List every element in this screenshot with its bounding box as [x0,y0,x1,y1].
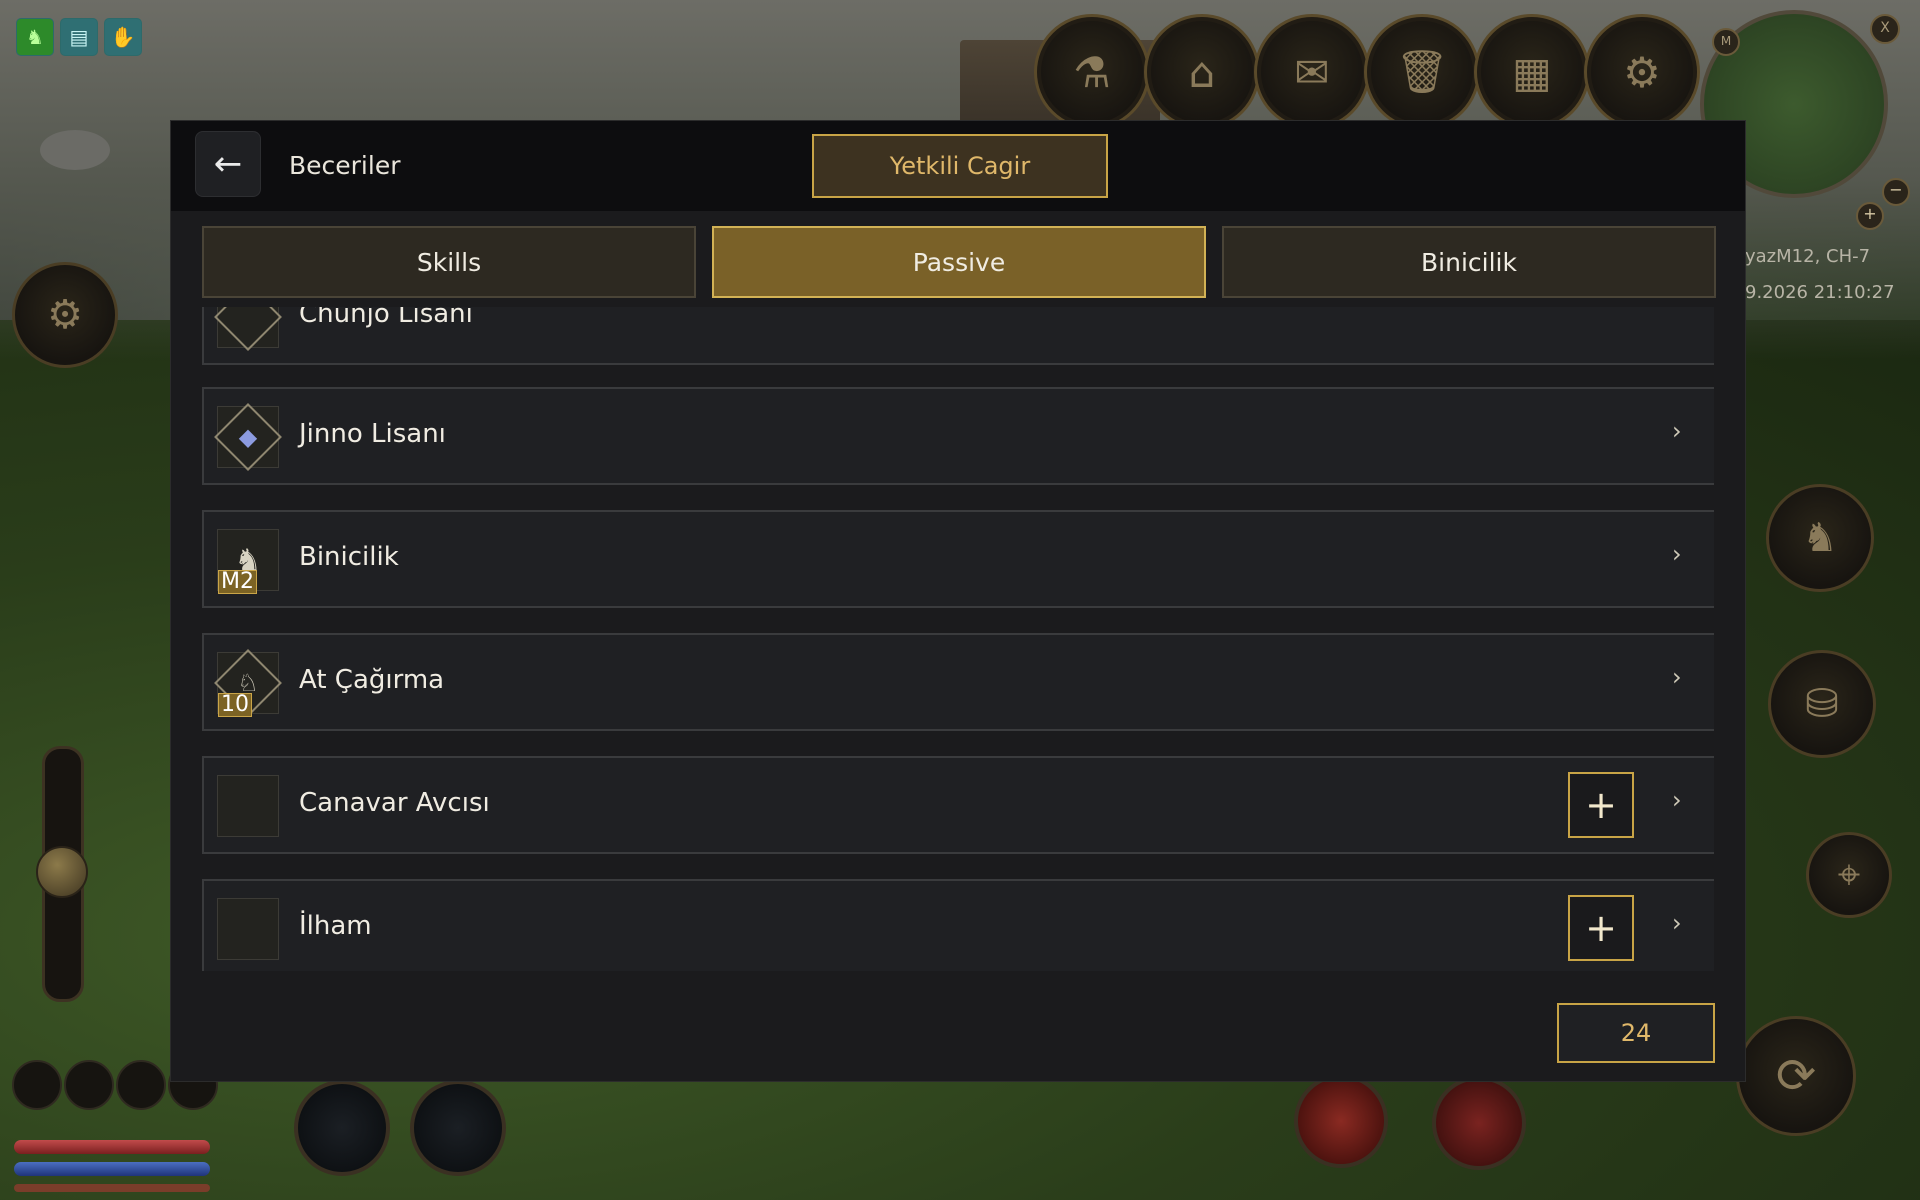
xp-bar [14,1184,210,1192]
shop-icon[interactable]: ⌂ [1144,14,1260,130]
list-item[interactable]: ♘ 10 At Çağırma › [202,633,1714,731]
tree-skill-icon[interactable] [1432,1076,1526,1170]
settings-gear-icon[interactable]: ⚙ [1584,14,1700,130]
target-icon[interactable]: ⌖ [1806,832,1892,918]
list-item[interactable]: Canavar Avcısı + › [202,756,1714,854]
skill-slot[interactable] [294,1080,390,1176]
tab-bar: Skills Passive Binicilik [171,211,1745,307]
window-header: ← Beceriler Yetkili Cagir [171,121,1745,211]
camera-zoom-knob[interactable] [36,846,88,898]
skill-name: Canavar Avcısı [299,788,490,818]
skill-points-counter: 24 [1557,1003,1715,1063]
chat-icon[interactable]: ✉ [1254,14,1370,130]
mp-bar [14,1162,210,1176]
game-world-rock [40,130,110,170]
chevron-right-icon[interactable]: › [1672,417,1682,445]
hand-buff-icon: ✋ [104,18,142,56]
skill-name: İlham [299,911,372,941]
window-title: Beceriler [289,151,401,180]
scroll-buff-icon: ▤ [60,18,98,56]
list-item[interactable]: ◆ Jinno Lisanı › [202,387,1714,485]
empty-skill-icon [217,775,279,837]
potion-icon[interactable]: ⚗ [1034,14,1150,130]
quick-slot[interactable] [116,1060,166,1110]
tab-binicilik[interactable]: Binicilik [1222,226,1716,298]
chevron-right-icon[interactable]: › [1672,540,1682,568]
chevron-right-icon[interactable]: › [1672,786,1682,814]
sun-skill-icon[interactable] [1294,1074,1388,1168]
swap-icon[interactable]: ⟳ [1736,1016,1856,1136]
tab-passive[interactable]: Passive [712,226,1206,298]
skill-level-badge: 10 [218,693,252,717]
language-book-icon [214,307,282,351]
horse-call-icon: ♘ 10 [214,649,282,717]
top-menu-bar: ⚗ ⌂ ✉ 🗑 ▦ ⚙ [1034,14,1700,130]
horse-mount-icon[interactable]: ♞ [1766,484,1874,592]
call-gm-button[interactable]: Yetkili Cagir [812,134,1108,198]
add-skill-point-button[interactable]: + [1568,772,1634,838]
minimap-zoom-in-button[interactable]: + [1856,202,1884,230]
skills-window: ← Beceriler Yetkili Cagir Chunjo Lisanı … [170,120,1746,1082]
skill-level-badge: M2 [218,570,257,594]
left-settings-icon[interactable]: ⚙ [12,262,118,368]
trash-icon[interactable]: 🗑 [1364,14,1480,130]
list-item[interactable]: Chunjo Lisanı [202,307,1714,365]
white-horse-icon: ♞ M2 [217,529,279,594]
minimap-m-button[interactable]: M [1712,28,1740,56]
grid-menu-icon[interactable]: ▦ [1474,14,1590,130]
chevron-right-icon[interactable]: › [1672,909,1682,937]
skill-name: Chunjo Lisanı [299,307,473,329]
buff-bar: ♞ ▤ ✋ [16,18,142,56]
minimap-close-button[interactable]: X [1870,14,1900,44]
language-book-icon: ◆ [214,403,282,471]
server-time-label: 9.2026 21:10:27 [1745,282,1895,303]
chevron-right-icon[interactable]: › [1672,663,1682,691]
skill-name: Binicilik [299,542,399,572]
passive-skill-list[interactable]: Chunjo Lisanı ◆ Jinno Lisanı › ♞ M2 Bini… [202,307,1714,971]
skill-slot[interactable] [410,1080,506,1176]
add-skill-point-button[interactable]: + [1568,895,1634,961]
hp-bar [14,1140,210,1154]
horse-buff-icon: ♞ [16,18,54,56]
back-arrow-icon[interactable]: ← [195,131,261,197]
tab-skills[interactable]: Skills [202,226,696,298]
list-item[interactable]: İlham + › [202,879,1714,971]
coins-icon[interactable]: ⛁ [1768,650,1876,758]
server-channel-label: yazM12, CH-7 [1745,246,1871,267]
empty-skill-icon [217,898,279,960]
quick-slot[interactable] [64,1060,114,1110]
skill-name: Jinno Lisanı [299,419,446,449]
skill-name: At Çağırma [299,665,445,695]
quick-slot[interactable] [12,1060,62,1110]
minimap-zoom-out-button[interactable]: − [1882,178,1910,206]
list-item[interactable]: ♞ M2 Binicilik › [202,510,1714,608]
